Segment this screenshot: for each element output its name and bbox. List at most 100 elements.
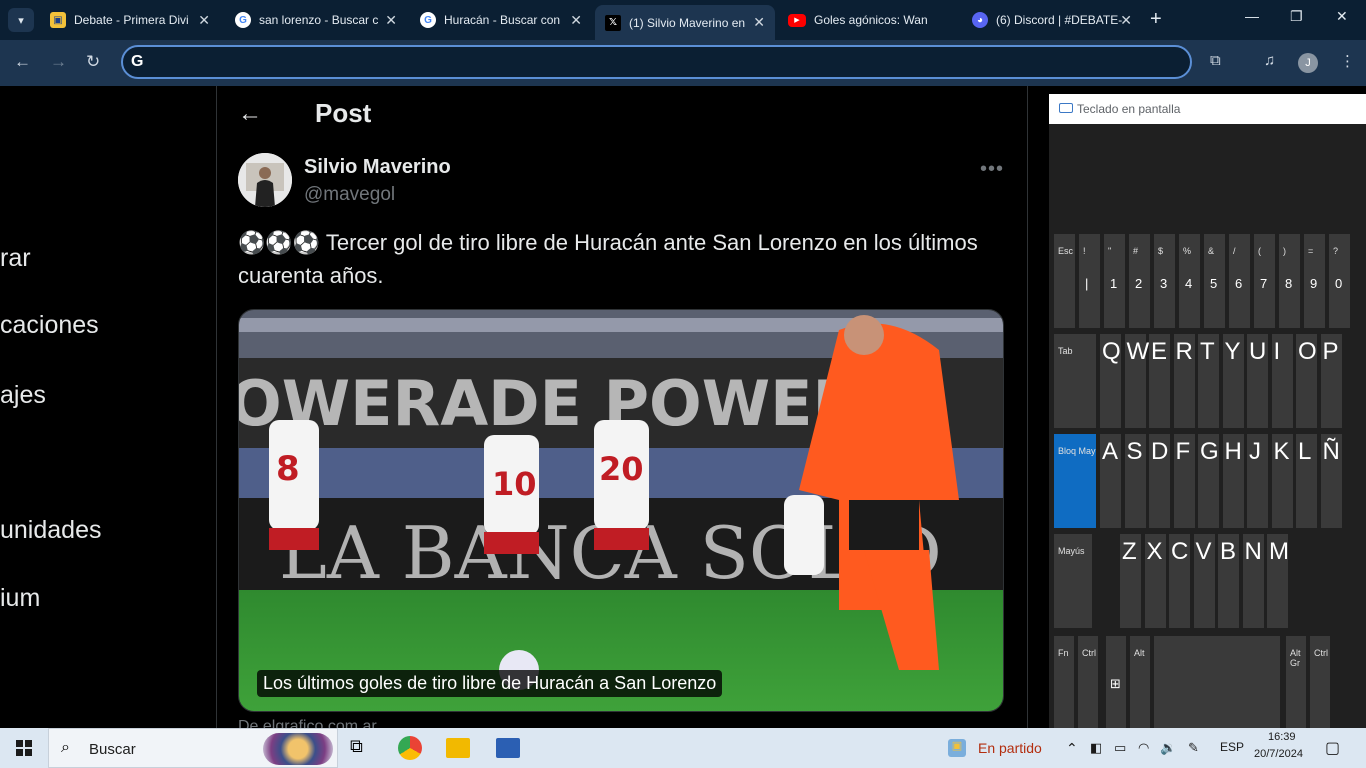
nav-item-explore[interactable]: rar (0, 244, 31, 273)
close-icon[interactable]: ✕ (570, 12, 582, 29)
key-bloq-may[interactable]: Bloq May (1054, 434, 1096, 528)
meet-now-icon[interactable]: ◧ (1090, 740, 1102, 756)
author-name[interactable]: Silvio Maverino (304, 156, 451, 179)
key-#[interactable]: #2 (1129, 234, 1150, 328)
close-icon[interactable]: ✕ (198, 12, 210, 29)
key-/[interactable]: /6 (1229, 234, 1250, 328)
key-k[interactable]: K (1271, 434, 1293, 528)
key-p[interactable]: P (1320, 334, 1342, 428)
key-b[interactable]: B (1218, 534, 1239, 628)
key-m[interactable]: M (1267, 534, 1289, 628)
more-options-icon[interactable]: ••• (980, 158, 1004, 181)
close-window-button[interactable]: ✕ (1336, 8, 1348, 25)
tab-goles-agonicos[interactable]: ▶ Goles agónicos: Wan (778, 5, 958, 35)
key-tab[interactable]: Tab (1054, 334, 1096, 428)
language-indicator[interactable]: ESP (1220, 740, 1244, 754)
address-bar[interactable]: G (121, 45, 1192, 79)
key-windows[interactable]: ⊞ (1106, 636, 1126, 730)
clock-time[interactable]: 16:39 (1268, 731, 1296, 743)
weather-widget-text[interactable]: En partido (978, 740, 1042, 756)
key-o[interactable]: O (1296, 334, 1317, 428)
file-explorer-icon[interactable] (446, 738, 470, 758)
key-"[interactable]: " 1 (1104, 234, 1125, 328)
tab-debate[interactable]: ▣ Debate - Primera Divi ✕ (40, 5, 220, 35)
key-n[interactable]: N (1242, 534, 1264, 628)
key-&[interactable]: & 5 (1204, 234, 1225, 328)
key-ctrl[interactable]: Ctrl (1078, 636, 1098, 730)
weather-widget-icon[interactable]: ▣ (948, 739, 966, 757)
back-arrow-icon[interactable]: ← (238, 100, 262, 128)
key-e[interactable]: E (1149, 334, 1170, 428)
key-f[interactable]: F (1173, 434, 1195, 528)
pen-icon[interactable]: ✎ (1188, 740, 1199, 756)
key-%[interactable]: % 4 (1179, 234, 1200, 328)
close-icon[interactable]: ✕ (1120, 12, 1132, 29)
back-button[interactable]: ← (14, 52, 31, 72)
windows-start-icon[interactable] (16, 740, 32, 756)
post-image[interactable]: OWERADE POWER LA BANCA SOLID 8 10 20 Los… (238, 309, 1004, 712)
key-ctrl[interactable]: Ctrl (1310, 636, 1330, 730)
key-h[interactable]: H (1222, 434, 1244, 528)
key-$[interactable]: $3 (1154, 234, 1175, 328)
new-tab-button[interactable]: + (1150, 8, 1162, 31)
clock-date[interactable]: 20/7/2024 (1254, 748, 1303, 760)
key-r[interactable]: R (1173, 334, 1195, 428)
key-j[interactable]: J (1247, 434, 1268, 528)
tab-silvio-maverino[interactable]: 𝕏 (1) Silvio Maverino en ✕ (595, 5, 775, 40)
tab-huracan[interactable]: G Huracán - Buscar con ✕ (410, 5, 592, 35)
volume-icon[interactable]: 🔉 (1160, 740, 1176, 756)
post-source-link[interactable]: De elgrafico.com.ar (238, 718, 377, 728)
key-i[interactable]: I (1271, 334, 1293, 428)
key-=[interactable]: = 9 (1304, 234, 1325, 328)
wifi-icon[interactable]: ◠ (1138, 740, 1149, 756)
tab-search-button[interactable]: ▾ (8, 8, 34, 32)
nav-item-communities[interactable]: unidades (0, 516, 101, 545)
key-fn[interactable]: Fn (1054, 636, 1074, 730)
key-?[interactable]: ? 0 (1329, 234, 1350, 328)
app-window-icon[interactable] (496, 738, 520, 758)
author-avatar[interactable] (238, 153, 292, 207)
key-x[interactable]: X (1144, 534, 1166, 628)
key-l[interactable]: L (1296, 434, 1317, 528)
key-![interactable]: ! | (1079, 234, 1100, 328)
chevron-up-icon[interactable]: ⌃ (1066, 740, 1078, 757)
key-t[interactable]: T (1198, 334, 1219, 428)
key-alt[interactable]: Alt (1130, 636, 1150, 730)
key-s[interactable]: S (1124, 434, 1146, 528)
nav-item-premium[interactable]: ium (0, 584, 40, 613)
key-w[interactable]: W (1124, 334, 1149, 428)
key-([interactable]: (7 (1254, 234, 1275, 328)
key-d[interactable]: D (1149, 434, 1170, 528)
reload-button[interactable]: ↻ (86, 52, 100, 72)
key-ñ[interactable]: Ñ (1320, 434, 1342, 528)
key-a[interactable]: A (1100, 434, 1121, 528)
key-q[interactable]: Q (1100, 334, 1121, 428)
taskbar-search-box[interactable]: ⌕ Buscar (48, 728, 338, 768)
key-alt-gr[interactable]: Alt Gr (1286, 636, 1306, 730)
chrome-icon[interactable] (398, 736, 422, 760)
author-handle[interactable]: @mavegol (304, 184, 395, 206)
key-esc[interactable]: Esc (1054, 234, 1075, 328)
notification-icon[interactable]: ▢ (1325, 738, 1340, 758)
media-controls-icon[interactable]: ♫ (1264, 52, 1275, 69)
key-)[interactable]: ) 8 (1279, 234, 1300, 328)
close-icon[interactable]: ✕ (385, 12, 397, 29)
battery-icon[interactable]: ▭ (1114, 740, 1126, 756)
profile-avatar[interactable]: J (1298, 53, 1318, 73)
key-v[interactable]: V (1193, 534, 1215, 628)
close-icon[interactable]: ✕ (753, 14, 765, 31)
forward-button[interactable]: → (50, 52, 67, 72)
key-g[interactable]: G (1198, 434, 1219, 528)
tab-discord[interactable]: ◕ (6) Discord | #DEBATE- ✕ (962, 5, 1142, 35)
nav-item-messages[interactable]: ajes (0, 381, 46, 410)
key-c[interactable]: C (1169, 534, 1190, 628)
key-space[interactable] (1154, 636, 1280, 730)
minimize-button[interactable]: — (1245, 8, 1259, 24)
key-mayús[interactable]: Mayús (1054, 534, 1092, 628)
key-u[interactable]: U (1247, 334, 1268, 428)
tab-san-lorenzo[interactable]: G san lorenzo - Buscar c ✕ (225, 5, 407, 35)
menu-icon[interactable]: ⋮ (1340, 52, 1355, 70)
restore-button[interactable]: ❐ (1290, 8, 1303, 25)
key-y[interactable]: Y (1222, 334, 1244, 428)
key-z[interactable]: Z (1120, 534, 1141, 628)
